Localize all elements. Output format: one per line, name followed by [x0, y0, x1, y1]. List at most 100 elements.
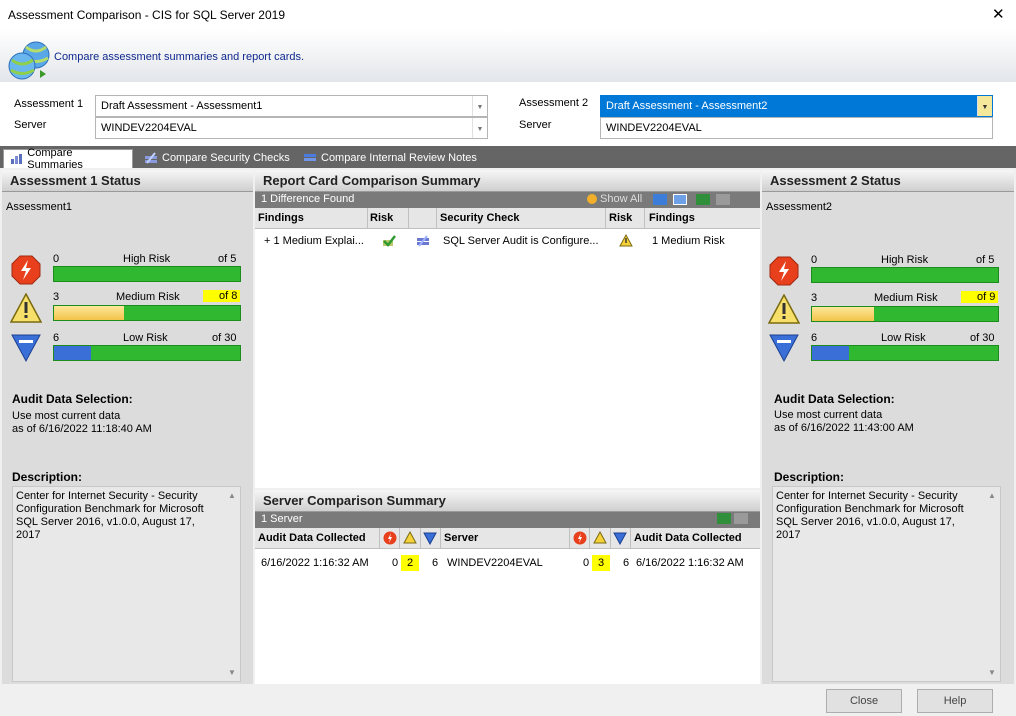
low-risk-total: of 30	[970, 332, 995, 344]
server-count: 1 Server	[261, 513, 303, 525]
compare-globe-icon	[6, 38, 52, 85]
report-row[interactable]: + 1 Medium Explai... SQL Server Audit is…	[255, 233, 760, 249]
row-findings2[interactable]: 1 Medium Risk	[652, 235, 725, 247]
high-risk-icon	[769, 256, 799, 289]
assessment1-select[interactable]: Draft Assessment - Assessment1 ▼	[95, 95, 488, 117]
high-risk-icon	[383, 531, 397, 548]
low-risk-icon	[613, 531, 627, 548]
row-date2: 6/16/2022 1:16:32 AM	[636, 557, 744, 569]
assessment1-server-label: Server	[14, 119, 47, 131]
description-box[interactable]: Center for Internet Security - Security …	[772, 486, 1001, 682]
col-server[interactable]: Server	[444, 532, 478, 544]
col-audit2[interactable]: Audit Data Collected	[634, 532, 742, 544]
row-security-check[interactable]: SQL Server Audit is Configure...	[443, 235, 599, 247]
assessment-selection: Assessment 1 Server Draft Assessment - A…	[0, 82, 1016, 146]
assessment2-status-panel: Assessment 2 Status Assessment2 0 High R…	[762, 170, 1014, 684]
show-all-toolbar: Show All	[587, 193, 731, 205]
show-all-button[interactable]: Show All	[600, 193, 642, 205]
tab-label: Compare Security Checks	[162, 152, 290, 164]
help-button[interactable]: Help	[917, 689, 993, 713]
show-all-icon[interactable]	[587, 194, 597, 204]
close-icon[interactable]: ✕	[992, 5, 1005, 23]
scroll-up-icon[interactable]: ▲	[228, 489, 236, 502]
medium-risk-bar	[53, 305, 241, 321]
assessment1-value: Draft Assessment - Assessment1	[101, 100, 263, 112]
collapse-icon[interactable]	[673, 193, 688, 205]
security-check-icon	[416, 234, 430, 251]
tab-compare-internal-review-notes[interactable]: Compare Internal Review Notes	[297, 148, 483, 168]
row-low2: 6	[623, 557, 630, 569]
assessment2-value: Draft Assessment - Assessment2	[606, 100, 768, 112]
scroll-up-icon[interactable]: ▲	[988, 489, 996, 502]
row-findings1[interactable]: + 1 Medium Explai...	[264, 235, 364, 247]
scroll-down-icon[interactable]: ▼	[228, 666, 236, 679]
panel-title: Server Comparison Summary	[255, 490, 760, 512]
col-security-check[interactable]: Security Check	[440, 212, 519, 224]
low-risk-label: Low Risk	[881, 332, 926, 344]
print-icon[interactable]	[734, 513, 748, 524]
assessment2-select[interactable]: Draft Assessment - Assessment2 ▼	[600, 95, 993, 117]
medium-risk-icon	[767, 293, 801, 327]
medium-risk-icon	[593, 530, 607, 547]
col-risk1[interactable]: Risk	[370, 212, 393, 224]
assessment1-label: Assessment 1	[14, 98, 84, 110]
explained-check-icon	[382, 234, 396, 251]
server-comparison-panel: Server Comparison Summary 1 Server Audit…	[255, 490, 760, 684]
close-button[interactable]: Close	[826, 689, 902, 713]
assessment2-server-field[interactable]: WINDEV2204EVAL	[600, 117, 993, 139]
col-findings1[interactable]: Findings	[258, 212, 304, 224]
security-check-icon	[145, 152, 157, 164]
description-scrollbar[interactable]: ▲ ▼	[224, 487, 240, 681]
assessment2-label: Assessment 2	[519, 97, 589, 109]
high-risk-count: 0	[811, 254, 818, 266]
print-icon[interactable]	[716, 193, 731, 205]
differences-found: 1 Difference Found	[261, 193, 355, 205]
tab-bar: Compare Summaries Compare Security Check…	[0, 146, 1016, 171]
description-text: Center for Internet Security - Security …	[776, 490, 964, 541]
chevron-down-icon[interactable]: ▼	[472, 96, 487, 116]
row-low1: 6	[432, 557, 439, 569]
panel-title: Assessment 2 Status	[762, 170, 1014, 192]
description-heading: Description:	[774, 470, 845, 484]
header-banner: Compare assessment summaries and report …	[0, 30, 1016, 82]
row-server: WINDEV2204EVAL	[447, 557, 543, 569]
assessment1-server-select[interactable]: WINDEV2204EVAL ▼	[95, 117, 488, 139]
assessment1-status-panel: Assessment 1 Status Assessment1 0 High R…	[2, 170, 253, 684]
medium-risk-count: 3	[811, 292, 818, 304]
audit-data-line1: Use most current data	[774, 409, 883, 421]
chevron-down-icon[interactable]: ▼	[472, 118, 487, 138]
medium-risk-icon	[403, 530, 417, 547]
export-excel-icon[interactable]	[717, 513, 731, 524]
low-risk-bar	[53, 345, 241, 361]
assessment-name: Assessment1	[6, 201, 73, 213]
description-scrollbar[interactable]: ▲ ▼	[984, 487, 1000, 681]
server-row[interactable]: 6/16/2022 1:16:32 AM 0 2 6 WINDEV2204EVA…	[255, 553, 760, 571]
chevron-down-icon[interactable]: ▼	[977, 96, 992, 116]
panel-title: Assessment 1 Status	[2, 170, 253, 192]
medium-risk-count: 3	[53, 291, 60, 303]
description-box[interactable]: Center for Internet Security - Security …	[12, 486, 241, 682]
high-risk-icon	[11, 255, 41, 288]
assessment2-server-value: WINDEV2204EVAL	[606, 122, 702, 134]
server-count-bar: 1 Server	[255, 512, 760, 528]
high-risk-total: of 5	[218, 253, 237, 265]
tab-compare-summaries[interactable]: Compare Summaries	[3, 147, 133, 171]
medium-risk-total: of 9	[961, 291, 999, 303]
col-findings2[interactable]: Findings	[649, 212, 695, 224]
col-audit1[interactable]: Audit Data Collected	[258, 532, 366, 544]
col-risk2[interactable]: Risk	[609, 212, 632, 224]
low-risk-count: 6	[53, 332, 60, 344]
expand-icon[interactable]	[653, 193, 668, 205]
tab-compare-security-checks[interactable]: Compare Security Checks	[138, 148, 296, 168]
description-heading: Description:	[12, 470, 83, 484]
report-grid-header: Findings Risk Security Check Risk Findin…	[255, 208, 760, 229]
low-risk-icon	[423, 531, 437, 548]
medium-risk-total: of 8	[203, 290, 241, 302]
scroll-down-icon[interactable]: ▼	[988, 666, 996, 679]
medium-risk-icon	[619, 233, 633, 250]
low-risk-total: of 30	[212, 332, 237, 344]
low-risk-bar	[811, 345, 999, 361]
export-excel-icon[interactable]	[696, 193, 711, 205]
header-description: Compare assessment summaries and report …	[54, 51, 305, 63]
low-risk-label: Low Risk	[123, 332, 168, 344]
